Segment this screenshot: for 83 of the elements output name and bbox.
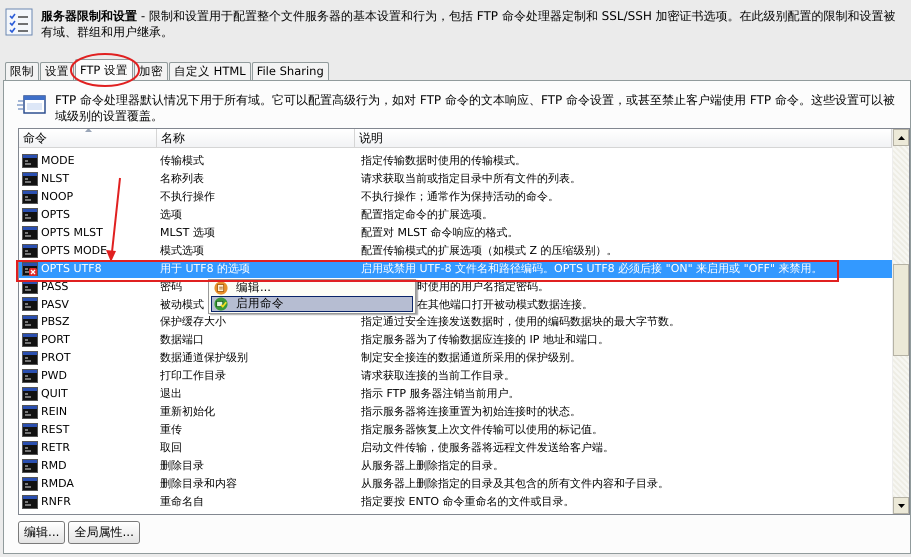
list-cell-text: PWD: [41, 368, 67, 384]
list-cell: 在其他端口打开被动模式数据连接。: [417, 298, 593, 310]
list-cell: 配置对 MLST 命令响应的格式。: [361, 226, 518, 239]
list-cell: 配置指定命令的扩展选项。: [361, 208, 493, 221]
list-cell: 指定要按 ENTO 命令重命名的文件或目录。: [361, 494, 575, 508]
column-header[interactable]: 命令: [19, 129, 157, 147]
list-cell: 模式选项: [160, 244, 204, 257]
scrollbar[interactable]: [892, 129, 909, 514]
list-cell-text: PROT: [41, 350, 71, 366]
menu-item[interactable]: 编辑...: [211, 280, 413, 296]
list-cell: 指定通过安全连接发送数据时，使用的编码数据块的最大字节数。: [361, 315, 680, 328]
list-cell: 被动模式: [160, 298, 204, 310]
list-cell: 删除目录: [160, 458, 204, 472]
list-cell: 数据端口: [160, 333, 204, 346]
list-cell: 配置传输模式的扩展选项（如模式 Z 的压缩级别）。: [361, 244, 618, 257]
enable-icon: [214, 297, 228, 311]
intro-text: FTP 命令处理器默认情况下用于所有域。它可以配置高级行为，如对 FTP 命令的文本响应、FTP 命令设置，或甚至禁止客户端使用 FTP 命令。这些设置可以被域级别的设置覆盖。: [55, 92, 896, 125]
list-cell-text: RNFR: [41, 494, 71, 510]
list-cell: 退出: [160, 387, 182, 400]
list-cell-text: PORT: [41, 332, 70, 348]
list-cell-text: OPTS MLST: [41, 224, 103, 241]
list-cell-text: NOOP: [41, 188, 74, 205]
list-cell-text: PASS: [41, 278, 68, 295]
annotation-ellipse: [70, 53, 140, 87]
window-icon: [17, 94, 47, 116]
tab[interactable]: 限制: [5, 62, 39, 80]
scrollbar-thumb[interactable]: [893, 264, 909, 356]
scroll-up-icon[interactable]: [898, 136, 904, 140]
list-cell: 指定服务器为了传输数据应连接的 IP 地址和端口。: [361, 333, 609, 346]
list-cell: 重新初始化: [160, 405, 215, 418]
scroll-down-icon[interactable]: [898, 504, 904, 508]
list-cell: 传输模式: [160, 154, 204, 167]
list-cell: 重传: [160, 423, 182, 436]
header-description: 有域、群组和用户继承。: [41, 24, 174, 40]
list-cell-text: REIN: [41, 404, 68, 420]
list-cell: 制定安全接连的数据通道所采用的保护级别。: [361, 351, 581, 364]
list-cell: 不执行操作: [160, 190, 215, 203]
button[interactable]: 全局属性...: [68, 521, 140, 544]
header-description: 服务器限制和设置 - 限制和设置用于配置整个文件服务器的基本设置和行为，包括 FTP 命令处理器定制和 SSL/SSH 加密证书选项。在此级别配置的限制和设置被: [41, 8, 896, 24]
list-cell: 保护缓存大小: [160, 315, 226, 328]
list-cell: 指定传输数据时使用的传输模式。: [361, 154, 526, 167]
list-cell: 指示 FTP 服务器注销当前用户。: [361, 387, 520, 400]
list-cell-text: REST: [41, 422, 70, 438]
list-cell: 用于 UTF8 的选项: [160, 262, 250, 275]
list-cell-text: OPTS: [41, 206, 70, 223]
list-cell-text: NLST: [41, 170, 70, 187]
list-cell: 取回: [160, 441, 182, 454]
list-cell: 选项: [160, 208, 182, 221]
list-cell: 请求获取当前或指定目录中所有文件的列表。: [361, 172, 581, 185]
tab[interactable]: FTP 设置: [75, 59, 134, 80]
list-cell: 名称列表: [160, 172, 204, 185]
list-cell-text: QUIT: [41, 386, 68, 402]
list-cell: 从服务器上删除指定的目录及其包含的所有文件内容和子目录。: [361, 476, 669, 490]
list-cell-text: PASV: [41, 296, 69, 312]
tab[interactable]: File Sharing: [252, 62, 329, 80]
tab[interactable]: 加密: [134, 62, 168, 80]
list-cell: 请求获取连接的当前工作目录。: [361, 369, 515, 382]
list-cell: 删除目录和内容: [160, 476, 237, 490]
list-cell-text: RETR: [41, 440, 70, 456]
list-cell: MLST 选项: [160, 226, 215, 239]
checklist-icon: [5, 8, 33, 36]
menu-item[interactable]: 启用命令: [211, 296, 413, 312]
list-cell: 重命名自: [160, 494, 204, 508]
list-cell-text: PBSZ: [41, 314, 70, 330]
list-cell: 从服务器上删除指定的目录。: [361, 458, 504, 472]
edit-icon: [214, 281, 228, 295]
list-cell: 启动文件传输，使服务器将远程文件发送给客户端。: [361, 441, 614, 454]
sort-arrow-icon: [85, 129, 92, 132]
tab[interactable]: 设置: [40, 62, 74, 80]
list-cell-text: RMD: [41, 458, 67, 474]
tab[interactable]: 自定义 HTML: [169, 62, 251, 80]
button[interactable]: 编辑...: [18, 521, 66, 544]
list-cell: 打印工作目录: [160, 369, 226, 382]
list-cell-text: RMDA: [41, 476, 74, 492]
list-cell: 不执行操作；通常作为保持活动的命令。: [361, 190, 559, 203]
list-cell: 启用或禁用 UTF-8 文件名和路径编码。OPTS UTF8 必须后接 "ON" 来启用或 "OFF" 来禁用。: [361, 262, 823, 275]
list-cell: 指示服务器将连接重置为初始连接时的状态。: [361, 405, 581, 418]
list-cell: 指定服务器恢复上次文件传输可以使用的标记值。: [361, 423, 603, 436]
list-cell: 数据通道保护级别: [160, 351, 248, 364]
list-cell-text: OPTS UTF8: [41, 260, 102, 277]
column-header[interactable]: 名称: [157, 129, 355, 147]
list-cell-text: OPTS MODE: [41, 242, 108, 259]
list-cell-text: MODE: [41, 153, 75, 169]
